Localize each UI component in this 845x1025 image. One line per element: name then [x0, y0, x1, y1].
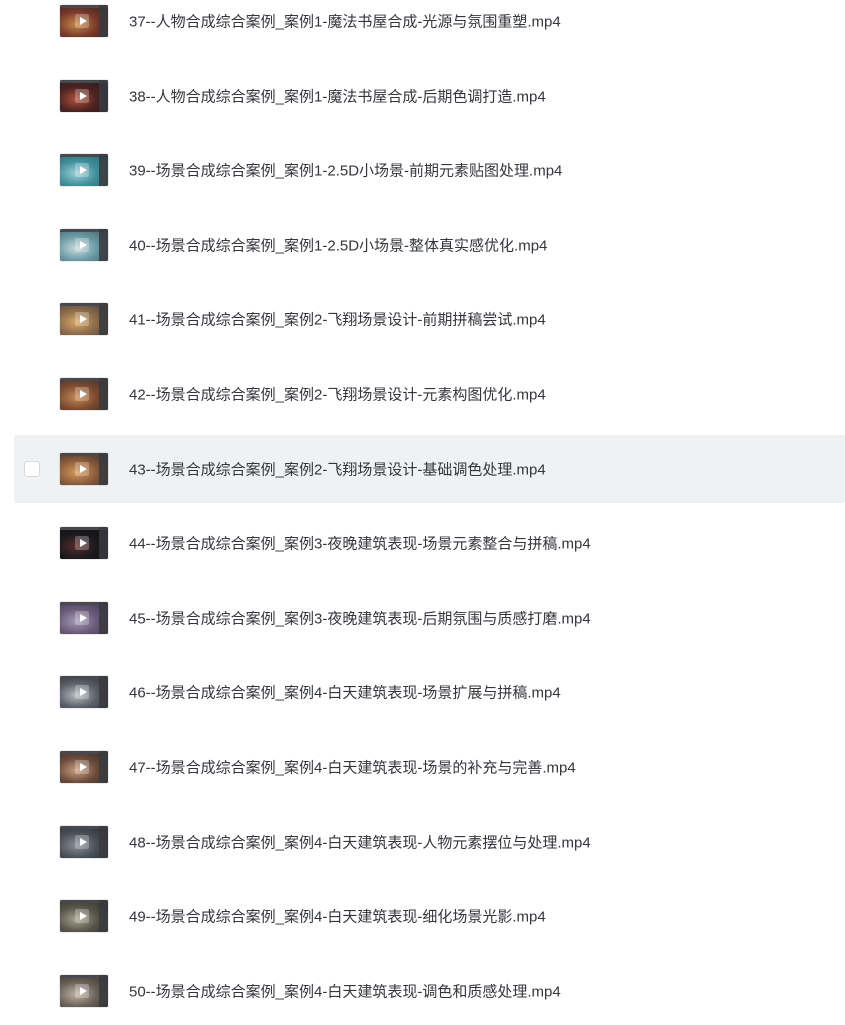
play-icon: [75, 610, 89, 625]
play-icon: [75, 760, 89, 774]
video-thumbnail-icon[interactable]: [60, 676, 108, 709]
file-row[interactable]: 48--场景合成综合案例_案例4-白天建筑表现-人物元素摆位与处理.mp4: [14, 808, 845, 876]
play-icon: [75, 834, 89, 849]
file-name: 41--场景合成综合案例_案例2-飞翔场景设计-前期拼稿尝试.mp4: [129, 311, 546, 329]
thumbnail-panel: [99, 900, 108, 933]
play-icon: [75, 461, 89, 476]
thumbnail-panel: [99, 303, 108, 336]
thumbnail-panel: [99, 378, 108, 410]
file-name: 49--场景合成综合案例_案例4-白天建筑表现-细化场景光影.mp4: [129, 908, 546, 926]
play-icon: [75, 14, 89, 28]
video-thumbnail-icon[interactable]: [60, 751, 108, 783]
file-row[interactable]: 44--场景合成综合案例_案例3-夜晚建筑表现-场景元素整合与拼稿.mp4: [14, 509, 845, 577]
file-row[interactable]: 37--人物合成综合案例_案例1-魔法书屋合成-光源与氛围重塑.mp4: [14, 0, 845, 55]
file-row[interactable]: 45--场景合成综合案例_案例3-夜晚建筑表现-后期氛围与质感打磨.mp4: [14, 584, 845, 652]
file-name: 45--场景合成综合案例_案例3-夜晚建筑表现-后期氛围与质感打磨.mp4: [129, 610, 591, 628]
file-name: 47--场景合成综合案例_案例4-白天建筑表现-场景的补充与完善.mp4: [129, 759, 576, 777]
file-row[interactable]: 43--场景合成综合案例_案例2-飞翔场景设计-基础调色处理.mp4: [14, 434, 845, 503]
file-name: 38--人物合成综合案例_案例1-魔法书屋合成-后期色调打造.mp4: [129, 88, 546, 106]
play-icon: [75, 88, 89, 103]
file-name: 40--场景合成综合案例_案例1-2.5D小场景-整体真实感优化.mp4: [129, 237, 548, 255]
file-row[interactable]: 50--场景合成综合案例_案例4-白天建筑表现-调色和质感处理.mp4: [14, 957, 845, 1025]
video-thumbnail-icon[interactable]: [60, 378, 108, 410]
file-row[interactable]: 38--人物合成综合案例_案例1-魔法书屋合成-后期色调打造.mp4: [14, 62, 845, 130]
thumbnail-panel: [99, 228, 108, 261]
play-icon: [75, 312, 89, 327]
video-thumbnail-icon[interactable]: [60, 825, 108, 858]
thumbnail-panel: [99, 79, 108, 112]
thumbnail-panel: [99, 751, 108, 783]
file-name: 42--场景合成综合案例_案例2-飞翔场景设计-元素构图优化.mp4: [129, 386, 546, 404]
video-thumbnail-icon[interactable]: [60, 303, 108, 336]
file-name: 37--人物合成综合案例_案例1-魔法书屋合成-光源与氛围重塑.mp4: [129, 13, 561, 31]
file-row[interactable]: 41--场景合成综合案例_案例2-飞翔场景设计-前期拼稿尝试.mp4: [14, 285, 845, 353]
file-name: 46--场景合成综合案例_案例4-白天建筑表现-场景扩展与拼稿.mp4: [129, 684, 561, 702]
file-row[interactable]: 40--场景合成综合案例_案例1-2.5D小场景-整体真实感优化.mp4: [14, 211, 845, 279]
file-row[interactable]: 49--场景合成综合案例_案例4-白天建筑表现-细化场景光影.mp4: [14, 882, 845, 950]
play-icon: [75, 237, 89, 252]
thumbnail-panel: [99, 5, 108, 37]
thumbnail-panel: [99, 527, 108, 560]
video-thumbnail-icon[interactable]: [60, 452, 108, 485]
file-row[interactable]: 46--场景合成综合案例_案例4-白天建筑表现-场景扩展与拼稿.mp4: [14, 658, 845, 726]
video-thumbnail-icon[interactable]: [60, 154, 108, 187]
file-name: 50--场景合成综合案例_案例4-白天建筑表现-调色和质感处理.mp4: [129, 983, 561, 1001]
video-thumbnail-icon[interactable]: [60, 5, 108, 37]
play-icon: [75, 909, 89, 924]
video-thumbnail-icon[interactable]: [60, 601, 108, 634]
thumbnail-panel: [99, 601, 108, 634]
thumbnail-panel: [99, 825, 108, 858]
file-name: 43--场景合成综合案例_案例2-飞翔场景设计-基础调色处理.mp4: [129, 461, 546, 479]
play-icon: [75, 685, 89, 700]
thumbnail-panel: [99, 452, 108, 485]
video-thumbnail-icon[interactable]: [60, 900, 108, 933]
video-thumbnail-icon[interactable]: [60, 79, 108, 112]
file-checkbox[interactable]: [24, 460, 40, 477]
file-name: 48--场景合成综合案例_案例4-白天建筑表现-人物元素摆位与处理.mp4: [129, 834, 591, 852]
file-name: 44--场景合成综合案例_案例3-夜晚建筑表现-场景元素整合与拼稿.mp4: [129, 535, 591, 553]
video-thumbnail-icon[interactable]: [60, 527, 108, 560]
file-row[interactable]: 39--场景合成综合案例_案例1-2.5D小场景-前期元素贴图处理.mp4: [14, 136, 845, 204]
thumbnail-panel: [99, 154, 108, 187]
play-icon: [75, 983, 89, 998]
file-row[interactable]: 47--场景合成综合案例_案例4-白天建筑表现-场景的补充与完善.mp4: [14, 733, 845, 801]
file-list: 37--人物合成综合案例_案例1-魔法书屋合成-光源与氛围重塑.mp4 38--人…: [0, 0, 845, 1024]
play-icon: [75, 163, 89, 178]
file-name: 39--场景合成综合案例_案例1-2.5D小场景-前期元素贴图处理.mp4: [129, 162, 563, 180]
thumbnail-panel: [99, 676, 108, 709]
play-icon: [75, 387, 89, 401]
file-row[interactable]: 42--场景合成综合案例_案例2-飞翔场景设计-元素构图优化.mp4: [14, 360, 845, 428]
play-icon: [75, 536, 89, 551]
video-thumbnail-icon[interactable]: [60, 974, 108, 1007]
video-thumbnail-icon[interactable]: [60, 228, 108, 261]
thumbnail-panel: [99, 974, 108, 1007]
